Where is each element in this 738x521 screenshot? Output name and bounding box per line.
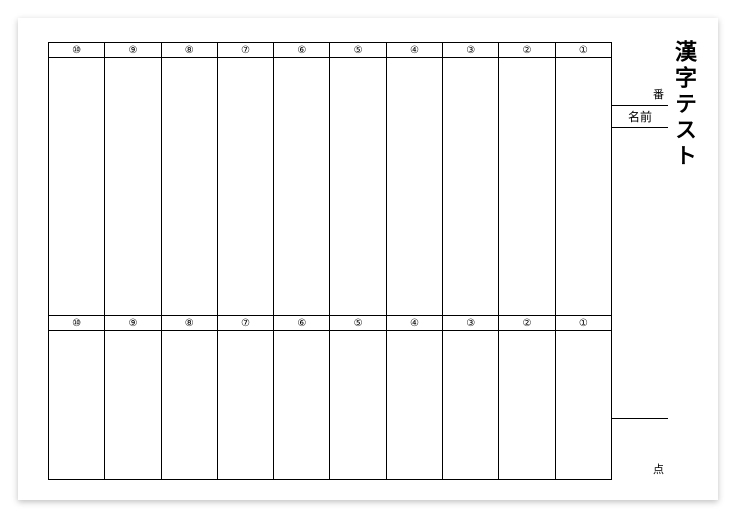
answer-cell [556, 58, 611, 316]
answer-cell [162, 331, 217, 479]
score-field: 点 [612, 418, 668, 480]
col-head: ⑧ [162, 316, 217, 331]
grid-col: ⑦ [217, 43, 273, 316]
col-head: ⑨ [105, 316, 160, 331]
grid-col: ③ [442, 43, 498, 316]
grid-col: ④ [386, 316, 442, 479]
answer-cell [162, 58, 217, 316]
answer-cell [330, 58, 385, 316]
answer-cell [274, 331, 329, 479]
grid-col: ⑨ [104, 316, 160, 479]
col-head: ⑧ [162, 43, 217, 58]
col-head: ⑤ [330, 316, 385, 331]
student-number-field: 番 [612, 42, 668, 106]
answer-cell [443, 58, 498, 316]
grid-col: ① [555, 43, 611, 316]
col-head: ② [499, 43, 554, 58]
grid-col: ⑩ [49, 316, 104, 479]
answer-cell [387, 331, 442, 479]
col-head: ③ [443, 316, 498, 331]
col-head: ⑨ [105, 43, 160, 58]
col-head: ⑦ [218, 316, 273, 331]
col-head: ⑩ [49, 43, 104, 58]
answer-cell [218, 58, 273, 316]
answer-cell [105, 58, 160, 316]
grid-col: ① [555, 316, 611, 479]
answer-cell [443, 331, 498, 479]
answer-cell [49, 331, 104, 479]
grid-col: ⑩ [49, 43, 104, 316]
col-head: ④ [387, 43, 442, 58]
grid-col: ④ [386, 43, 442, 316]
student-name-label: 名前 [612, 106, 668, 128]
grid-col: ⑧ [161, 43, 217, 316]
grid-row-1: ⑩ ⑨ ⑧ ⑦ ⑥ ⑤ ④ ③ ② ① [49, 43, 611, 316]
col-head: ⑩ [49, 316, 104, 331]
answer-cell [330, 331, 385, 479]
grid-col: ② [498, 316, 554, 479]
grid-col: ⑤ [329, 316, 385, 479]
grid-col: ② [498, 43, 554, 316]
answer-cell [105, 331, 160, 479]
col-head: ⑥ [274, 43, 329, 58]
score-label: 点 [653, 461, 664, 477]
grid-col: ⑨ [104, 43, 160, 316]
col-head: ⑥ [274, 316, 329, 331]
col-head: ⑦ [218, 43, 273, 58]
answer-cell [499, 58, 554, 316]
answer-grid: ⑩ ⑨ ⑧ ⑦ ⑥ ⑤ ④ ③ ② ① ⑩ ⑨ ⑧ ⑦ ⑥ ⑤ ④ ③ ② ① [48, 42, 612, 480]
grid-col: ⑥ [273, 316, 329, 479]
col-head: ④ [387, 316, 442, 331]
col-head: ② [499, 316, 554, 331]
answer-cell [218, 331, 273, 479]
col-head: ① [556, 43, 611, 58]
worksheet-sheet: 漢字テスト 番 名前 点 ⑩ ⑨ ⑧ ⑦ ⑥ ⑤ ④ ③ ② ① ⑩ ⑨ ⑧ ⑦… [18, 18, 718, 500]
grid-col: ⑥ [273, 43, 329, 316]
student-number-label: 番 [653, 86, 664, 102]
student-info: 番 名前 [612, 42, 668, 128]
col-head: ① [556, 316, 611, 331]
grid-col: ⑦ [217, 316, 273, 479]
col-head: ⑤ [330, 43, 385, 58]
answer-cell [274, 58, 329, 316]
grid-col: ③ [442, 316, 498, 479]
answer-cell [499, 331, 554, 479]
answer-cell [556, 331, 611, 479]
grid-col: ⑧ [161, 316, 217, 479]
answer-cell [49, 58, 104, 316]
worksheet-title: 漢字テスト [668, 40, 700, 170]
answer-cell [387, 58, 442, 316]
grid-row-2: ⑩ ⑨ ⑧ ⑦ ⑥ ⑤ ④ ③ ② ① [49, 316, 611, 479]
grid-col: ⑤ [329, 43, 385, 316]
col-head: ③ [443, 43, 498, 58]
